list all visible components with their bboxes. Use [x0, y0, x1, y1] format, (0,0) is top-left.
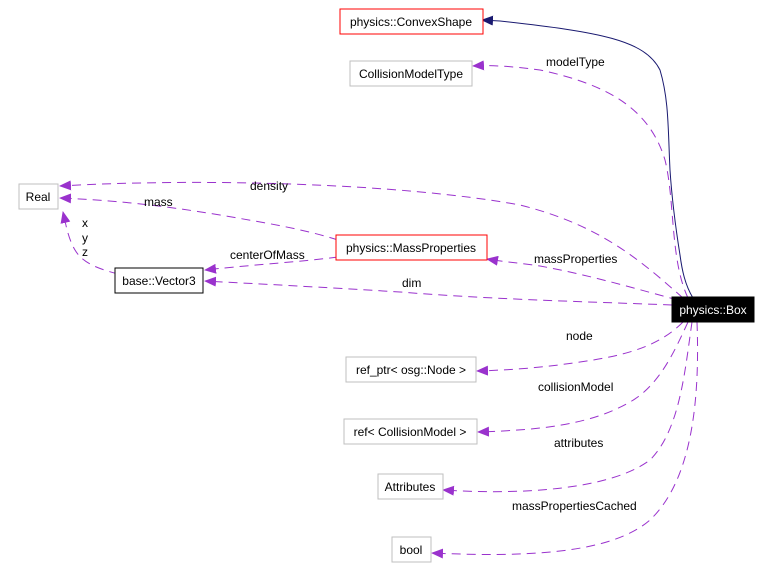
node-label-bool: bool [400, 543, 423, 557]
edge-label-xyz: x y z [82, 216, 91, 259]
nodes-layer: physics::ConvexShape CollisionModelType … [18, 8, 755, 563]
node-attributes[interactable]: Attributes [377, 473, 444, 500]
node-label-ref-collisionmodel: ref< CollisionModel > [354, 425, 467, 439]
edge-label-dim: dim [402, 276, 421, 290]
node-collisionmodeltype[interactable]: CollisionModelType [349, 60, 473, 87]
edge-mass [59, 193, 339, 241]
collaboration-diagram: modelType density mass x y z centerOfMas… [18, 8, 755, 563]
node-label-refptr-node: ref_ptr< osg::Node > [356, 363, 466, 377]
node-box[interactable]: physics::Box [671, 296, 755, 323]
edge-attributes [442, 321, 693, 496]
node-label-attributes: Attributes [385, 480, 436, 494]
edge-label-mass: mass [144, 195, 173, 209]
edge-label-modeltype: modelType [546, 55, 605, 69]
node-convexshape[interactable]: physics::ConvexShape [339, 8, 484, 35]
edge-label-attributes: attributes [554, 436, 603, 450]
node-label-vector3: base::Vector3 [122, 274, 196, 288]
node-label-convexshape: physics::ConvexShape [350, 15, 472, 29]
node-ref-collisionmodel[interactable]: ref< CollisionModel > [343, 418, 478, 445]
node-label-box: physics::Box [679, 303, 746, 317]
edge-label-density: density [250, 179, 288, 193]
edge-dim [204, 276, 673, 306]
edge-label-massproperties: massProperties [534, 252, 617, 266]
node-real[interactable]: Real [18, 183, 59, 210]
node-label-real: Real [26, 190, 51, 204]
node-massproperties[interactable]: physics::MassProperties [335, 234, 488, 261]
edge-label-centerofmass: centerOfMass [230, 248, 305, 262]
node-vector3[interactable]: base::Vector3 [114, 267, 204, 294]
node-bool[interactable]: bool [391, 536, 432, 563]
node-label-massproperties: physics::MassProperties [346, 241, 476, 255]
edge-label-node: node [566, 329, 593, 343]
edge-label-collisionmodel: collisionModel [538, 380, 613, 394]
edge-label-masspropertiescached: massPropertiesCached [512, 499, 637, 513]
node-refptr-node[interactable]: ref_ptr< osg::Node > [345, 356, 477, 383]
node-label-collisionmodeltype: CollisionModelType [359, 67, 463, 81]
